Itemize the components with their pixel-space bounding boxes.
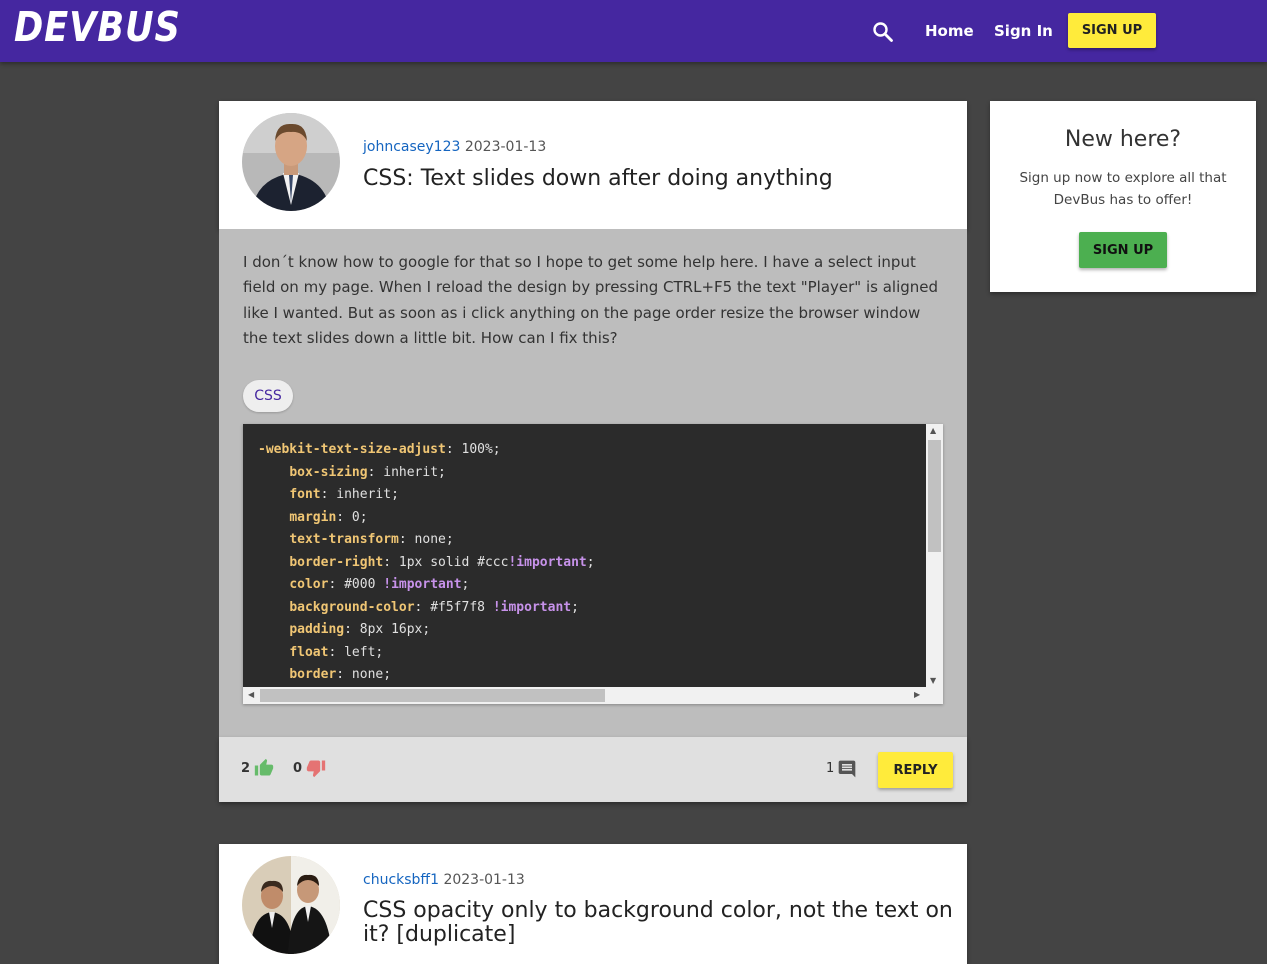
post-header-2: chucksbff1 2023-01-13 CSS opacity only t… [219, 844, 967, 964]
search-icon[interactable] [872, 21, 894, 43]
scroll-down-arrow-icon[interactable]: ▼ [930, 676, 936, 685]
code-line: color: #000 !important; [258, 574, 595, 597]
code-property: box-sizing [289, 464, 368, 480]
sidebar-sign-up-button[interactable]: SIGN UP [1079, 232, 1167, 268]
upvote-count: 2 [241, 761, 251, 776]
post-author-link-2[interactable]: chucksbff1 [363, 872, 439, 888]
code-property: margin [289, 509, 337, 525]
horizontal-scrollbar[interactable]: ◀ ▶ [243, 687, 943, 704]
code-property: background-color [289, 599, 415, 615]
post-title-2[interactable]: CSS opacity only to background color, no… [363, 899, 953, 947]
code-line: -webkit-text-size-adjust: 100%; [258, 439, 595, 462]
nav-sign-up-button[interactable]: SIGN UP [1068, 13, 1156, 48]
code-important: !important [508, 554, 587, 570]
code-property: padding [289, 622, 345, 637]
code-line: border-right: 1px solid #ccc!important; [258, 552, 595, 575]
code-block[interactable]: -webkit-text-size-adjust: 100%; box-sizi… [243, 424, 943, 704]
code-content: -webkit-text-size-adjust: 100%; box-sizi… [258, 439, 595, 687]
code-line: background-color: #f5f7f8 !important; [258, 597, 595, 620]
vertical-scroll-thumb[interactable] [928, 440, 941, 552]
code-line: text-transform: none; [258, 529, 595, 552]
code-end: ; [586, 554, 595, 570]
code-end: ; [461, 577, 470, 592]
reply-button[interactable]: REPLY [878, 752, 953, 788]
thumb-up-icon[interactable] [253, 758, 275, 782]
tag-chip[interactable]: CSS [243, 380, 293, 412]
code-value: : none; [336, 667, 392, 682]
code-property: color [289, 577, 329, 592]
downvote-count: 0 [293, 761, 303, 776]
post-author-link[interactable]: johncasey123 [363, 139, 460, 155]
code-line: font: inherit; [258, 484, 595, 507]
post-date: 2023-01-13 [464, 139, 547, 155]
thumb-down-icon[interactable] [305, 758, 327, 782]
code-property: font [289, 487, 321, 502]
code-value: : #f5f7f8 [414, 599, 493, 615]
code-line: margin: 0; [258, 507, 595, 530]
post-date-2: 2023-01-13 [443, 872, 525, 888]
new-here-title: New here? [1064, 127, 1182, 152]
code-value: : left; [328, 644, 384, 660]
code-line: padding: 8px 16px; [258, 619, 595, 642]
code-value: : 0; [336, 509, 368, 525]
post-meta: johncasey123 2023-01-13 [363, 139, 546, 155]
post-title[interactable]: CSS: Text slides down after doing anythi… [363, 166, 833, 191]
code-value: : 8px 16px; [344, 622, 431, 637]
code-value: : none; [398, 532, 454, 547]
code-property: border-right [289, 554, 384, 570]
new-here-card: New here? Sign up now to explore all tha… [990, 101, 1256, 292]
author-avatar[interactable] [242, 113, 340, 211]
code-end: ; [571, 599, 579, 615]
post-body-text: I don´t know how to google for that so I… [243, 253, 939, 347]
navbar: DEVBUS Home Sign In SIGN UP [0, 0, 1267, 62]
code-value: : 100%; [445, 442, 501, 457]
scroll-up-arrow-icon[interactable]: ▲ [930, 426, 936, 435]
code-property: -webkit-text-size-adjust [258, 442, 446, 457]
code-value: : inherit; [367, 464, 446, 480]
code-property: float [289, 644, 329, 660]
new-here-text: Sign up now to explore all that DevBus h… [1019, 170, 1227, 208]
comment-icon[interactable] [837, 759, 857, 783]
nav-home-link[interactable]: Home [925, 22, 974, 40]
post-meta-2: chucksbff1 2023-01-13 [363, 872, 525, 888]
code-property: text-transform [289, 532, 399, 547]
logo[interactable]: DEVBUS [14, 3, 181, 51]
comment-count: 1 [826, 761, 835, 776]
post-footer: 2 0 1 REPLY [219, 737, 967, 802]
code-line: border: none; [258, 664, 595, 687]
code-value: : #000 [328, 577, 384, 592]
scroll-right-arrow-icon[interactable]: ▶ [914, 690, 920, 699]
code-important: !important [383, 577, 462, 592]
post-header: johncasey123 2023-01-13 CSS: Text slides… [219, 101, 967, 229]
code-line: box-sizing: inherit; [258, 462, 595, 485]
code-important: !important [492, 599, 572, 615]
horizontal-scroll-thumb[interactable] [260, 689, 605, 702]
vertical-scrollbar[interactable]: ▲ ▼ [926, 424, 943, 687]
code-value: : 1px solid #ccc [383, 554, 509, 570]
code-value: : inherit; [320, 487, 399, 502]
nav-sign-in-link[interactable]: Sign In [994, 22, 1053, 40]
post-body: I don´t know how to google for that so I… [219, 229, 967, 737]
scroll-left-arrow-icon[interactable]: ◀ [248, 690, 254, 699]
code-line: float: left; [258, 642, 595, 665]
author-avatar-2[interactable] [242, 856, 340, 954]
code-property: border [289, 667, 337, 682]
